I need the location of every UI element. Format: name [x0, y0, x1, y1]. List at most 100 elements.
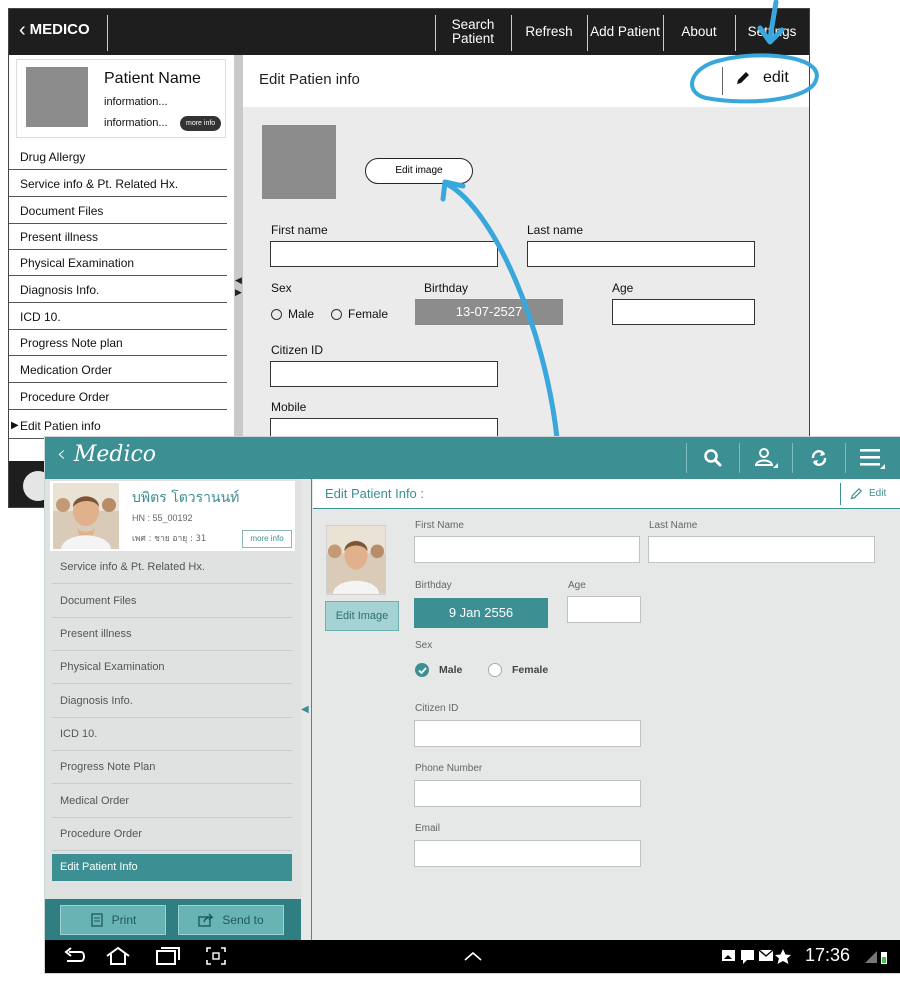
print-button[interactable]: Print	[60, 905, 166, 935]
refresh-button[interactable]	[794, 437, 844, 479]
sidebar-footer: Print Send to	[45, 899, 301, 940]
birthday-field[interactable]: 9 Jan 2556	[414, 598, 548, 628]
quick-panel-button[interactable]	[462, 945, 484, 967]
sidebar-item-physical-examination[interactable]: Physical Examination	[52, 651, 292, 684]
collapse-left-icon: ◀	[235, 275, 242, 285]
sidebar-item-icd-10[interactable]: ICD 10.	[52, 718, 292, 751]
radio-female[interactable]: Female	[488, 663, 548, 677]
refresh-button[interactable]: Refresh	[512, 9, 586, 55]
sidebar-item-diagnosis-info[interactable]: Diagnosis Info.	[52, 685, 292, 718]
patient-image-placeholder	[262, 125, 336, 199]
home-nav-button[interactable]	[105, 945, 131, 967]
phone-number-label: Phone Number	[415, 763, 483, 774]
birthday-label: Birthday	[415, 580, 452, 591]
radio-male[interactable]: Male	[271, 307, 314, 321]
sidebar-item-procedure-order[interactable]: Procedure Order	[9, 384, 227, 410]
citizen-id-field[interactable]	[270, 361, 498, 387]
radio-icon	[331, 308, 342, 320]
app-content: Edit Patient Info : Edit Edit Image Firs…	[313, 479, 900, 940]
sidebar-item-present-illness[interactable]: Present illness	[9, 224, 227, 250]
patient-search-button[interactable]	[741, 437, 791, 479]
sidebar-item-progress-note[interactable]: Progress Note Plan	[52, 751, 292, 784]
sex-label: Sex	[415, 640, 433, 651]
pencil-icon	[737, 72, 749, 84]
first-name-label: First name	[271, 223, 328, 237]
screenshot-button[interactable]	[205, 945, 227, 967]
sidebar-item-drug-allergy[interactable]: Drug Allergy	[9, 144, 227, 170]
battery-icon	[882, 957, 886, 963]
caret-right-icon: ▶	[11, 420, 19, 431]
email-field[interactable]	[414, 840, 641, 867]
patient-hn: HN : 55_00192	[132, 513, 193, 523]
send-to-label: Send to	[222, 913, 264, 927]
star-icon	[775, 949, 791, 964]
divider	[840, 483, 841, 505]
send-to-button[interactable]: Send to	[178, 905, 284, 935]
sidebar-item-edit-patient-info[interactable]: ▶ Edit Patien info	[9, 413, 227, 439]
sidebar-item-document-files[interactable]: Document Files	[9, 198, 227, 224]
settings-button[interactable]: Settings	[736, 9, 808, 55]
recent-apps-button[interactable]	[155, 945, 181, 967]
divider	[686, 443, 687, 473]
menu-button[interactable]	[847, 437, 897, 479]
print-label: Print	[111, 913, 137, 927]
edit-button[interactable]: edit	[735, 69, 789, 87]
sidebar-item-physical-examination[interactable]: Physical Examination	[9, 250, 227, 276]
birthday-field[interactable]: 13-07-2527	[415, 299, 563, 325]
last-name-field[interactable]	[527, 241, 755, 267]
back-icon	[64, 947, 85, 962]
more-info-button[interactable]: more info	[242, 530, 292, 548]
sidebar-item-document-files[interactable]: Document Files	[52, 585, 292, 618]
phone-number-field[interactable]	[414, 780, 641, 807]
back-nav-button[interactable]	[61, 945, 87, 967]
radio-male[interactable]: Male	[415, 663, 462, 677]
sidebar-item-medication-order[interactable]: Medication Order	[9, 357, 227, 383]
content-header: Edit Patient Info : Edit	[313, 479, 900, 509]
first-name-field[interactable]	[270, 241, 498, 267]
radio-label: Male	[288, 307, 315, 321]
sidebar-item-diagnosis-info[interactable]: Diagnosis Info.	[9, 277, 227, 303]
sidebar-item-progress-note[interactable]: Progress Note plan	[9, 330, 227, 356]
back-button[interactable]: ‹ Medico	[57, 442, 156, 467]
share-icon	[198, 913, 215, 927]
age-field[interactable]	[612, 299, 755, 325]
citizen-id-field[interactable]	[414, 720, 641, 747]
menu-icon	[860, 449, 885, 469]
back-button[interactable]: ‹ MEDICO	[19, 20, 90, 40]
sidebar-item-present-illness[interactable]: Present illness	[52, 618, 292, 651]
radio-icon	[488, 663, 502, 677]
edit-button[interactable]: Edit	[850, 487, 886, 500]
search-icon	[704, 449, 722, 467]
user-pin-icon	[754, 448, 778, 468]
radio-female[interactable]: Female	[331, 307, 388, 321]
sidebar-item-medical-order[interactable]: Medical Order	[52, 785, 292, 818]
divider	[722, 67, 723, 95]
sidebar-item-service-info[interactable]: Service info & Pt. Related Hx.	[9, 171, 227, 197]
content-header: Edit Patien info edit	[243, 55, 809, 107]
patient-card: Patient Name information... information.…	[16, 59, 226, 138]
edit-image-button[interactable]: Edit image	[365, 158, 473, 184]
edit-image-button[interactable]: Edit Image	[325, 601, 399, 631]
patient-info: information...	[104, 117, 168, 129]
add-patient-button[interactable]: Add Patient	[588, 9, 662, 55]
sidebar-item-service-info[interactable]: Service info & Pt. Related Hx.	[52, 551, 292, 584]
radio-icon	[271, 308, 282, 320]
about-button[interactable]: About	[664, 9, 734, 55]
search-button[interactable]	[688, 437, 738, 479]
first-name-field[interactable]	[414, 536, 640, 563]
divider	[845, 443, 846, 473]
sidebar-item-icd-10[interactable]: ICD 10.	[9, 304, 227, 330]
more-info-button[interactable]: more info	[180, 116, 222, 131]
sidebar-item-edit-patient-info[interactable]: Edit Patient Info	[52, 854, 292, 881]
age-label: Age	[612, 281, 634, 295]
last-name-field[interactable]	[648, 536, 875, 563]
radio-label: Female	[512, 664, 549, 676]
panel-divider	[311, 479, 312, 940]
search-patient-button[interactable]: Search Patient	[436, 9, 510, 55]
collapse-sidebar-icon[interactable]: ◀	[301, 704, 309, 715]
age-field[interactable]	[567, 596, 641, 623]
pencil-icon	[850, 487, 863, 500]
status-clock: 17:36	[805, 945, 851, 965]
birthday-label: Birthday	[424, 281, 469, 295]
sidebar-item-procedure-order[interactable]: Procedure Order	[52, 818, 292, 851]
